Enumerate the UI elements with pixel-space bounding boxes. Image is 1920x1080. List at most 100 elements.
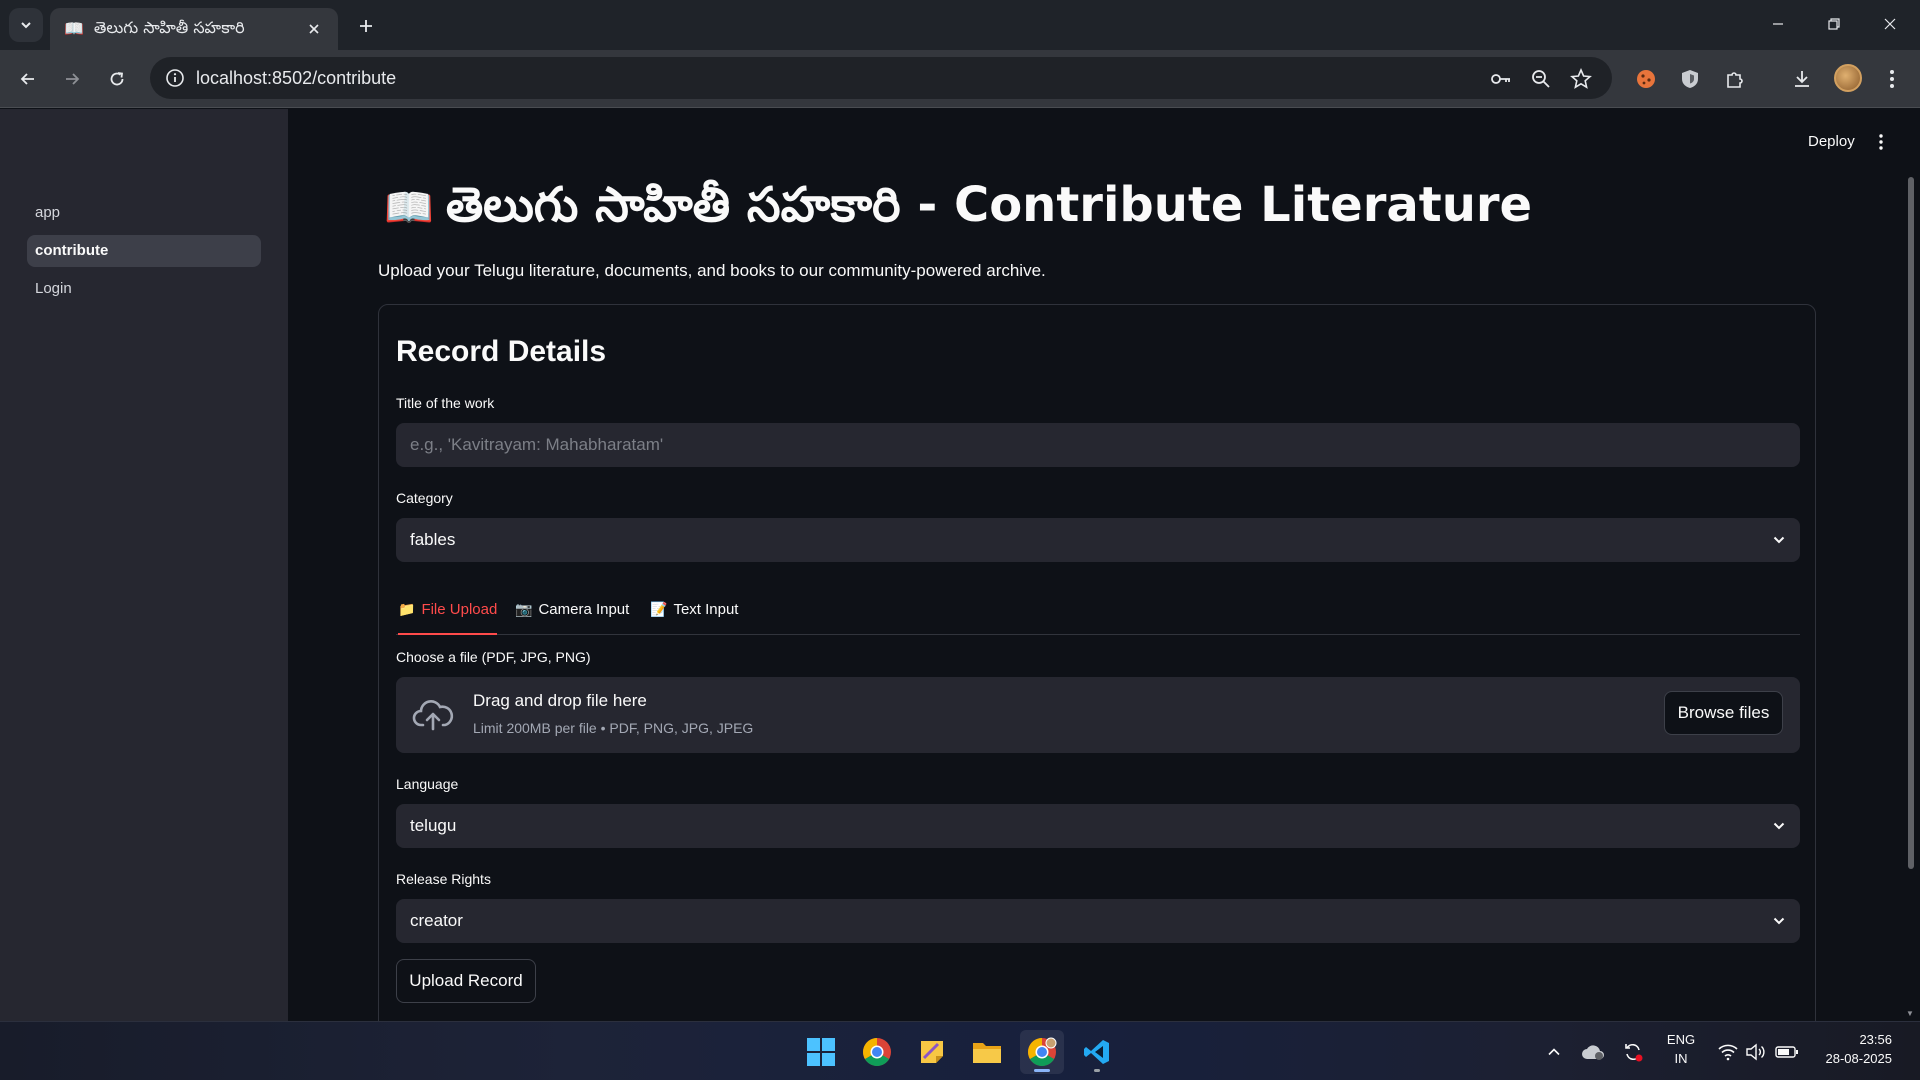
cloud-upload-icon <box>412 700 454 731</box>
category-select[interactable]: fables <box>396 518 1800 562</box>
taskbar: ENG IN 23:56 28-08-2025 <box>0 1021 1920 1080</box>
browse-files-button[interactable]: Browse files <box>1664 691 1783 735</box>
browser-menu-icon[interactable] <box>1874 61 1910 97</box>
page-title: 📖 తెలుగు సాహితీ సహకారి - Contribute Liter… <box>384 177 1532 245</box>
chevron-down-icon <box>1773 536 1785 544</box>
rights-select[interactable]: creator <box>396 899 1800 943</box>
vscode-icon <box>1084 1040 1109 1064</box>
clock-date[interactable]: 28-08-2025 <box>1806 1051 1893 1066</box>
cookie-extension-icon[interactable] <box>1628 61 1664 97</box>
close-icon <box>309 24 319 34</box>
file-explorer-taskbar-button[interactable] <box>965 1030 1009 1074</box>
input-language-top[interactable]: ENG <box>1664 1032 1698 1047</box>
password-key-icon[interactable] <box>1488 66 1514 92</box>
deploy-button[interactable]: Deploy <box>1808 133 1855 150</box>
tab-camera-input[interactable]: 📷 Camera Input <box>515 601 629 635</box>
tab-file-upload[interactable]: 📁 File Upload <box>398 601 498 635</box>
tab-title: తెలుగు సాహితీ సహకారి <box>93 17 245 37</box>
sync-icon[interactable] <box>1621 1040 1645 1064</box>
file-label: Choose a file (PDF, JPG, PNG) <box>396 649 591 665</box>
forward-button[interactable] <box>54 61 90 97</box>
book-icon: 📖 <box>64 21 84 38</box>
restore-icon <box>1828 18 1840 30</box>
category-label: Category <box>396 490 453 506</box>
start-button[interactable] <box>799 1030 843 1074</box>
chevron-down-icon <box>21 22 31 29</box>
browser-tab[interactable]: 📖 తెలుగు సాహితీ సహకారి <box>50 8 338 50</box>
chrome-icon <box>1028 1037 1057 1066</box>
sidebar-item-contribute[interactable]: contribute <box>27 235 261 267</box>
language-value: telugu <box>410 816 457 835</box>
rights-label: Release Rights <box>396 871 491 887</box>
upload-record-button[interactable]: Upload Record <box>396 959 536 1003</box>
clock-time[interactable]: 23:56 <box>1812 1032 1892 1047</box>
onedrive-cloud-icon[interactable] <box>1581 1040 1605 1064</box>
windows-logo-icon <box>807 1038 835 1066</box>
camera-icon: 📷 <box>515 601 533 617</box>
record-form: Record Details Title of the work Categor… <box>378 304 1816 1021</box>
chevron-down-icon <box>1773 917 1785 925</box>
address-bar[interactable]: localhost:8502/contribute <box>150 57 1612 99</box>
profile-avatar[interactable] <box>1834 64 1862 92</box>
minimize-button[interactable] <box>1750 0 1806 48</box>
reload-button[interactable] <box>99 61 135 97</box>
new-tab-button[interactable] <box>352 12 380 40</box>
extensions-puzzle-icon[interactable] <box>1717 61 1753 97</box>
open-indicator <box>1094 1069 1100 1072</box>
battery-icon[interactable] <box>1775 1040 1799 1064</box>
chrome-active-taskbar-button[interactable] <box>1020 1030 1064 1074</box>
chrome-icon <box>863 1038 891 1066</box>
plus-icon <box>360 20 372 32</box>
sidebar: app contribute Login <box>0 109 288 1021</box>
form-heading: Record Details <box>396 335 607 368</box>
window-close-button[interactable] <box>1862 0 1918 48</box>
input-language-bottom[interactable]: IN <box>1664 1051 1698 1066</box>
sidebar-item-login[interactable]: Login <box>27 273 261 305</box>
tab-text-input[interactable]: 📝 Text Input <box>650 601 738 635</box>
wifi-icon[interactable] <box>1716 1040 1740 1064</box>
page-subtitle: Upload your Telugu literature, documents… <box>378 261 1046 280</box>
sticky-notes-taskbar-button[interactable] <box>910 1030 954 1074</box>
download-icon[interactable] <box>1784 61 1820 97</box>
rights-value: creator <box>410 911 463 930</box>
zoom-icon[interactable] <box>1528 66 1554 92</box>
page-title-text: తెలుగు సాహితీ సహకారి - Contribute Litera… <box>445 177 1533 233</box>
title-input[interactable] <box>396 423 1800 467</box>
volume-icon[interactable] <box>1744 1040 1768 1064</box>
restore-button[interactable] <box>1806 0 1862 48</box>
tab-label: Text Input <box>673 601 739 618</box>
minimize-icon <box>1773 23 1783 25</box>
tab-label: Camera Input <box>538 601 630 618</box>
sidebar-item-app[interactable]: app <box>27 197 261 229</box>
memo-icon: 📝 <box>650 601 668 617</box>
dropzone-text: Drag and drop file here <box>473 691 647 710</box>
url-text[interactable]: localhost:8502/contribute <box>196 68 396 89</box>
tab-label: File Upload <box>421 601 498 618</box>
shield-extension-icon[interactable] <box>1672 61 1708 97</box>
browser-tabstrip: 📖 తెలుగు సాహితీ సహకారి <box>0 0 1920 50</box>
dropzone-limit: Limit 200MB per file • PDF, PNG, JPG, JP… <box>473 720 754 736</box>
back-button[interactable] <box>10 61 46 97</box>
title-label: Title of the work <box>396 395 495 411</box>
chevron-down-icon <box>1773 822 1785 830</box>
tab-close-button[interactable] <box>304 19 324 39</box>
show-hidden-icons-chevron-up-icon[interactable] <box>1542 1040 1566 1064</box>
chrome-taskbar-button[interactable] <box>855 1030 899 1074</box>
language-select[interactable]: telugu <box>396 804 1800 848</box>
active-indicator <box>1034 1069 1050 1072</box>
file-dropzone[interactable]: Drag and drop file here Limit 200MB per … <box>396 677 1800 753</box>
close-icon <box>1884 18 1896 30</box>
bookmark-star-icon[interactable] <box>1568 66 1594 92</box>
vscode-taskbar-button[interactable] <box>1075 1030 1119 1074</box>
reload-icon <box>110 72 124 86</box>
language-label: Language <box>396 776 459 792</box>
site-info-icon[interactable] <box>164 67 186 89</box>
scrollbar[interactable] <box>1908 177 1914 869</box>
scroll-down-arrow-icon[interactable]: ▼ <box>1906 1009 1914 1018</box>
sticky-notes-icon <box>921 1041 943 1063</box>
browser-toolbar: localhost:8502/contribute <box>0 50 1920 108</box>
folder-icon <box>973 1043 1001 1063</box>
app-menu-icon[interactable] <box>1876 131 1886 153</box>
arrow-left-icon <box>20 73 34 85</box>
tab-search-button[interactable] <box>9 8 43 42</box>
